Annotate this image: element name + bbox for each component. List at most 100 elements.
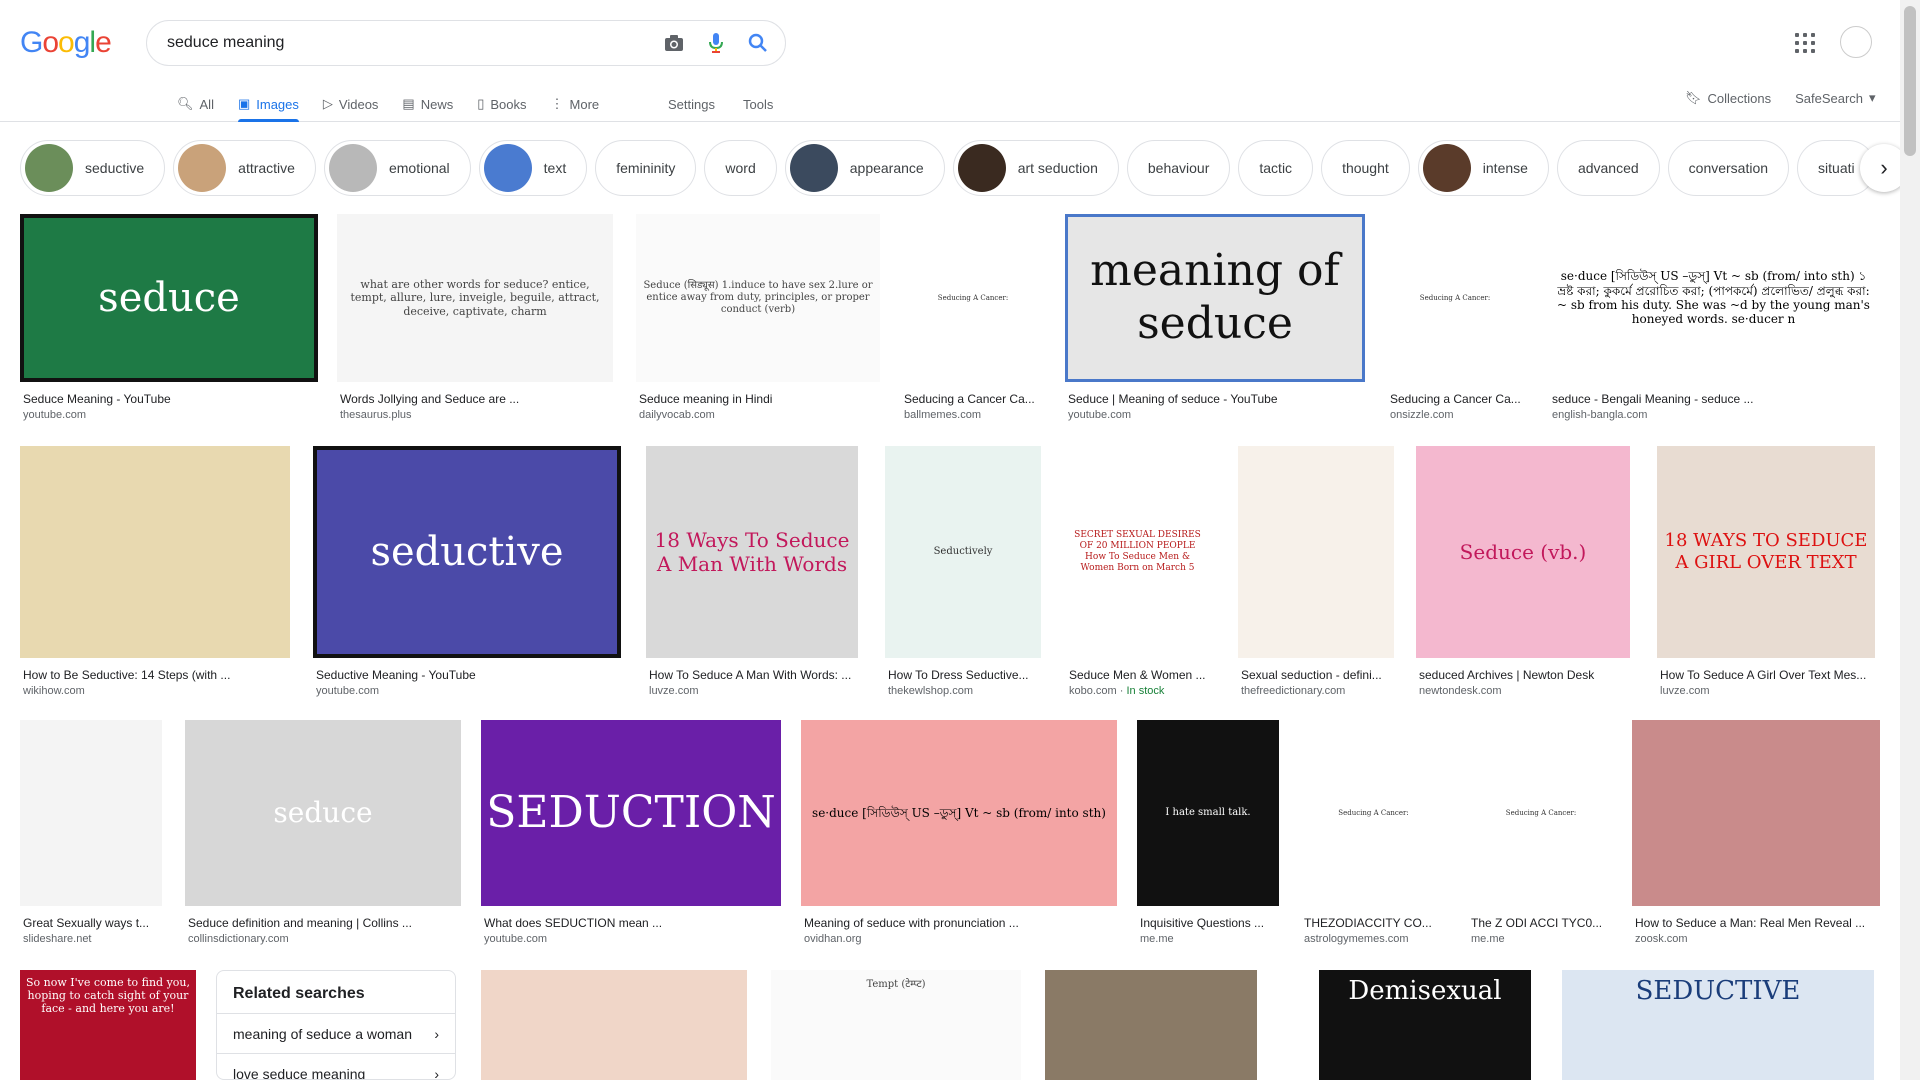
image-result[interactable]: SECRET SEXUAL DESIRES OF 20 MILLION PEOP… bbox=[1066, 446, 1209, 697]
image-result[interactable] bbox=[1045, 970, 1257, 1080]
image-result[interactable]: Great Sexually ways t... slideshare.net bbox=[20, 720, 162, 945]
chip-appearance[interactable]: appearance bbox=[784, 140, 945, 196]
result-title[interactable]: Seductive Meaning - YouTube bbox=[313, 668, 621, 682]
result-thumbnail[interactable]: Seducing A Cancer: bbox=[901, 214, 1045, 382]
camera-icon[interactable] bbox=[661, 30, 687, 56]
image-result[interactable] bbox=[481, 970, 747, 1080]
image-result[interactable]: SEDUCTION What does SEDUCTION mean ... you… bbox=[481, 720, 781, 945]
result-thumbnail[interactable]: SEDUCTIVE bbox=[1562, 970, 1874, 1080]
image-result[interactable]: 18 WAYS TO SEDUCE A GIRL OVER TEXT How To… bbox=[1657, 446, 1875, 697]
result-title[interactable]: seduced Archives | Newton Desk bbox=[1416, 668, 1630, 682]
result-thumbnail[interactable]: Seducing A Cancer: bbox=[1387, 214, 1523, 382]
chip-attractive[interactable]: attractive bbox=[173, 140, 316, 196]
safesearch-link[interactable]: SafeSearch ▾ bbox=[1795, 86, 1875, 110]
image-result[interactable]: Seduce (सिड्यूस) 1.induce to have sex 2.… bbox=[636, 214, 880, 421]
related-item[interactable]: love seduce meaning › bbox=[217, 1053, 455, 1079]
image-result[interactable]: How to Seduce a Man: Real Men Reveal ...… bbox=[1632, 720, 1880, 945]
tab-books[interactable]: ▯ Books bbox=[465, 86, 538, 122]
image-result[interactable]: Demisexual bbox=[1319, 970, 1531, 1080]
chip-art-seduction[interactable]: art seduction bbox=[952, 140, 1119, 196]
chip-text[interactable]: text bbox=[478, 140, 588, 196]
result-thumbnail[interactable]: seductive bbox=[313, 446, 621, 658]
result-title[interactable]: Words Jollying and Seduce are ... bbox=[337, 392, 613, 406]
result-title[interactable]: Seducing a Cancer Ca... bbox=[901, 392, 1045, 406]
result-title[interactable]: What does SEDUCTION mean ... bbox=[481, 916, 781, 930]
chip-advanced[interactable]: advanced bbox=[1556, 140, 1660, 196]
image-result[interactable]: Seductively How To Dress Seductive... thek… bbox=[885, 446, 1041, 697]
chip-thought[interactable]: thought bbox=[1321, 140, 1410, 196]
result-title[interactable]: Seduce definition and meaning | Collins … bbox=[185, 916, 461, 930]
tab-news[interactable]: ▤ News bbox=[390, 86, 465, 122]
result-thumbnail[interactable]: meaning of seduce bbox=[1065, 214, 1365, 382]
result-thumbnail[interactable]: seduce bbox=[20, 214, 318, 382]
related-item[interactable]: meaning of seduce a woman › bbox=[217, 1013, 455, 1053]
result-thumbnail[interactable]: 18 Ways To Seduce A Man With Words bbox=[646, 446, 858, 658]
settings-link[interactable]: Settings bbox=[668, 86, 715, 122]
scrollbar[interactable] bbox=[1900, 0, 1920, 1080]
chip-conversation[interactable]: conversation bbox=[1667, 140, 1790, 196]
chip-word[interactable]: word bbox=[704, 140, 777, 196]
result-title[interactable]: How To Dress Seductive... bbox=[885, 668, 1041, 682]
result-thumbnail[interactable]: Seduce (सिड्यूस) 1.induce to have sex 2.… bbox=[636, 214, 880, 382]
tab-more[interactable]: ⋮ More bbox=[539, 86, 612, 122]
result-title[interactable]: How to Be Seductive: 14 Steps (with ... bbox=[20, 668, 290, 682]
microphone-icon[interactable] bbox=[703, 30, 729, 56]
result-title[interactable]: Seduce Meaning - YouTube bbox=[20, 392, 318, 406]
result-title[interactable]: Inquisitive Questions ... bbox=[1137, 916, 1279, 930]
apps-grid-icon[interactable] bbox=[1795, 33, 1815, 53]
image-result[interactable]: Seducing A Cancer: THEZODIACCITY CO... ast… bbox=[1301, 720, 1446, 945]
result-title[interactable]: The Z ODI ACCI TYC0... bbox=[1468, 916, 1614, 930]
tab-all[interactable]: 🔍︎ All bbox=[165, 86, 226, 122]
result-thumbnail[interactable]: Demisexual bbox=[1319, 970, 1531, 1080]
result-thumbnail[interactable]: Tempt (टेम्प्ट) bbox=[771, 970, 1021, 1080]
result-title[interactable]: Sexual seduction - defini... bbox=[1238, 668, 1394, 682]
image-result[interactable]: what are other words for seduce? entice,… bbox=[337, 214, 613, 421]
result-thumbnail[interactable]: seduce bbox=[185, 720, 461, 906]
result-thumbnail[interactable]: Seducing A Cancer: bbox=[1301, 720, 1446, 906]
image-result[interactable]: So now I've come to find you, hoping to … bbox=[20, 970, 196, 1080]
result-thumbnail[interactable]: Seducing A Cancer: bbox=[1468, 720, 1614, 906]
tab-images[interactable]: ▣ Images bbox=[226, 86, 311, 122]
chip-emotional[interactable]: emotional bbox=[323, 140, 471, 196]
image-result[interactable]: 18 Ways To Seduce A Man With Words How To… bbox=[646, 446, 858, 697]
result-title[interactable]: THEZODIACCITY CO... bbox=[1301, 916, 1446, 930]
chip-seductive[interactable]: seductive bbox=[20, 140, 166, 196]
scrollbar-thumb[interactable] bbox=[1904, 6, 1916, 156]
result-title[interactable]: Seducing a Cancer Ca... bbox=[1387, 392, 1523, 406]
image-result[interactable]: se·duce [সিডিউস্‌ US –ডুস্‌] Vt ~ sb (fr… bbox=[801, 720, 1117, 945]
result-thumbnail[interactable]: Seduce (vb.) bbox=[1416, 446, 1630, 658]
image-result[interactable]: I hate small talk. Inquisitive Questions … bbox=[1137, 720, 1279, 945]
result-thumbnail[interactable] bbox=[1045, 970, 1257, 1080]
chip-femininity[interactable]: femininity bbox=[595, 140, 697, 196]
result-thumbnail[interactable]: what are other words for seduce? entice,… bbox=[337, 214, 613, 382]
google-logo[interactable]: Google bbox=[20, 26, 112, 60]
tab-videos[interactable]: ▷ Videos bbox=[311, 86, 391, 122]
result-thumbnail[interactable] bbox=[20, 446, 290, 658]
image-result[interactable]: Seducing A Cancer: Seducing a Cancer Ca..… bbox=[901, 214, 1045, 421]
result-thumbnail[interactable] bbox=[1238, 446, 1394, 658]
chip-intense[interactable]: intense bbox=[1417, 140, 1549, 196]
image-result[interactable]: Tempt (टेम्प्ट) bbox=[771, 970, 1021, 1080]
result-thumbnail[interactable]: So now I've come to find you, hoping to … bbox=[20, 970, 196, 1080]
result-thumbnail[interactable]: I hate small talk. bbox=[1137, 720, 1279, 906]
search-icon[interactable] bbox=[745, 30, 771, 56]
result-thumbnail[interactable]: SECRET SEXUAL DESIRES OF 20 MILLION PEOP… bbox=[1066, 446, 1209, 658]
collections-link[interactable]: 🔖︎ Collections bbox=[1685, 86, 1771, 110]
result-thumbnail[interactable] bbox=[1632, 720, 1880, 906]
image-result[interactable]: seduce Seduce definition and meaning | Co… bbox=[185, 720, 461, 945]
image-result[interactable]: seduce Seduce Meaning - YouTube youtube.co… bbox=[20, 214, 318, 421]
image-result[interactable]: se·duce [সিডিউস্‌ US –ডুস্‌] Vt ~ sb (fr… bbox=[1549, 214, 1878, 421]
search-input[interactable] bbox=[167, 34, 637, 52]
result-title[interactable]: How To Seduce A Man With Words: ... bbox=[646, 668, 858, 682]
image-result[interactable]: Seduce (vb.) seduced Archives | Newton De… bbox=[1416, 446, 1630, 697]
image-result[interactable]: Seducing A Cancer: The Z ODI ACCI TYC0...… bbox=[1468, 720, 1614, 945]
result-thumbnail[interactable] bbox=[481, 970, 747, 1080]
result-thumbnail[interactable]: 18 WAYS TO SEDUCE A GIRL OVER TEXT bbox=[1657, 446, 1875, 658]
result-title[interactable]: Great Sexually ways t... bbox=[20, 916, 162, 930]
result-title[interactable]: Seduce | Meaning of seduce - YouTube bbox=[1065, 392, 1365, 406]
result-thumbnail[interactable]: SEDUCTION bbox=[481, 720, 781, 906]
result-title[interactable]: Seduce Men & Women ... bbox=[1066, 668, 1209, 682]
image-result[interactable]: SEDUCTIVE bbox=[1562, 970, 1874, 1080]
result-title[interactable]: How to Seduce a Man: Real Men Reveal ... bbox=[1632, 916, 1880, 930]
result-thumbnail[interactable] bbox=[20, 720, 162, 906]
